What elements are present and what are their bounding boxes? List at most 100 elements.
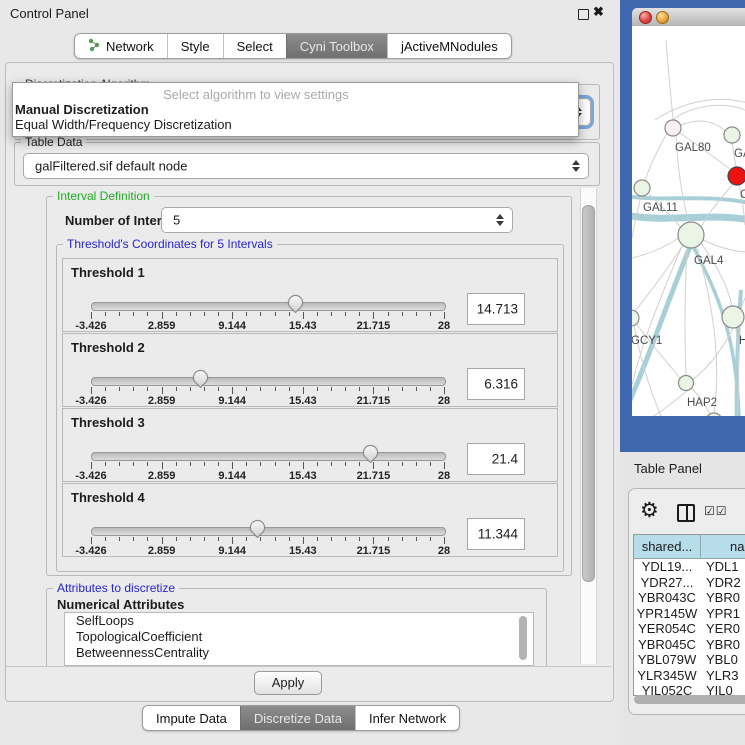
slider-tick [176, 462, 177, 466]
slider-tick [190, 537, 191, 541]
close-icon[interactable]: ✖ [593, 4, 604, 20]
tab-network[interactable]: Network [75, 34, 167, 58]
table-horizontal-scrollbar[interactable] [634, 695, 745, 704]
threshold-label: Threshold 1 [71, 265, 145, 280]
algorithm-option[interactable]: Manual Discretization [15, 102, 149, 117]
slider-scale-label: 2.859 [148, 395, 176, 407]
algorithm-hint-item[interactable]: Select algorithm to view settings [163, 87, 349, 102]
table-row[interactable]: YBR045CYBR0 [634, 637, 745, 653]
network-edge[interactable] [655, 99, 745, 120]
table-row[interactable]: YLR345WYLR3 [634, 668, 745, 684]
threshold-value-field[interactable]: 14.713 [467, 293, 525, 325]
threshold-box: Threshold 2-3.4262.8599.14415.4321.71528… [62, 333, 558, 407]
tab-select[interactable]: Select [223, 34, 286, 58]
slider-tick [275, 462, 276, 466]
threshold-slider-track[interactable] [91, 527, 446, 536]
attribute-item[interactable]: TopologicalCoefficient [65, 629, 533, 645]
algorithm-option[interactable]: Equal Width/Frequency Discretization [15, 117, 232, 132]
close-traffic-icon[interactable] [639, 11, 652, 24]
tab-infer-network[interactable]: Infer Network [355, 706, 459, 730]
network-node[interactable] [665, 120, 681, 136]
slider-tick [303, 537, 304, 544]
node-table[interactable]: shared...naYDL19...YDL1YDR27...YDR2YBR04… [633, 534, 745, 696]
slider-tick [444, 462, 445, 469]
threshold-label: Threshold 4 [71, 490, 145, 505]
slider-tick [345, 537, 346, 541]
table-row[interactable]: YER054CYER0 [634, 621, 745, 637]
slider-scale-label: -3.426 [75, 320, 106, 332]
table-row[interactable]: YPR145WYPR1 [634, 606, 745, 622]
tab-cyni-toolbox[interactable]: Cyni Toolbox [286, 34, 387, 58]
split-columns-icon[interactable] [677, 504, 695, 522]
slider-tick [331, 312, 332, 316]
panel-scrollbar-thumb[interactable] [582, 205, 595, 582]
network-edge[interactable] [681, 121, 725, 131]
table-header-row: shared...na [634, 535, 745, 559]
threshold-slider-track[interactable] [91, 302, 446, 311]
attribute-item[interactable]: BetweennessCentrality [65, 645, 533, 661]
page-title: Control Panel [10, 6, 89, 21]
network-edge[interactable] [632, 246, 682, 385]
slider-tick [260, 312, 261, 316]
network-node[interactable] [724, 127, 740, 143]
network-edge-teal[interactable] [632, 214, 745, 220]
numerical-attributes-list[interactable]: SelfLoopsTopologicalCoefficientBetweenne… [64, 612, 534, 666]
threshold-value: 6.316 [484, 377, 518, 392]
network-node[interactable] [634, 180, 650, 196]
num-intervals-combo[interactable]: 5 [161, 207, 513, 233]
table-row[interactable]: YBR043CYBR0 [634, 590, 745, 606]
attribute-item[interactable]: SelfLoops [65, 613, 533, 629]
tab-discretize-data[interactable]: Discretize Data [240, 706, 355, 730]
threshold-value-field[interactable]: 11.344 [467, 518, 525, 550]
slider-tick [416, 387, 417, 391]
threshold-value-field[interactable]: 21.4 [467, 443, 525, 475]
slider-tick [373, 462, 374, 469]
float-window-icon[interactable] [578, 9, 589, 20]
zoom-traffic-icon[interactable] [673, 11, 684, 22]
attributes-list-scrollbar[interactable] [519, 616, 527, 660]
table-data-combo[interactable]: galFiltered.sif default node [23, 153, 589, 179]
network-edge[interactable] [634, 390, 688, 416]
table-row[interactable]: YDL19...YDL1 [634, 559, 745, 575]
slider-tick [232, 537, 233, 544]
threshold-box: Threshold 4-3.4262.8599.14415.4321.71528… [62, 483, 558, 557]
apply-button[interactable]: Apply [254, 671, 322, 695]
minimize-traffic-icon[interactable] [656, 11, 669, 24]
network-edge[interactable] [692, 328, 733, 380]
threshold-slider-track[interactable] [91, 452, 446, 461]
table-data-title: Table Data [21, 135, 86, 149]
slider-tick [190, 312, 191, 316]
table-row[interactable]: YDR27...YDR2 [634, 575, 745, 591]
slider-tick [275, 312, 276, 316]
network-edge[interactable] [703, 240, 745, 252]
network-edge[interactable] [701, 184, 733, 228]
tab-impute-data[interactable]: Impute Data [143, 706, 240, 730]
network-node[interactable] [728, 167, 745, 185]
network-node[interactable] [632, 310, 639, 326]
column-header[interactable]: na [701, 535, 745, 558]
threshold-slider-track[interactable] [91, 377, 446, 386]
network-window-titlebar[interactable] [632, 8, 745, 27]
network-edge[interactable] [673, 105, 745, 120]
table-cell: YLR345W [634, 668, 700, 684]
network-node[interactable] [679, 376, 694, 391]
select-columns-icons[interactable]: ☑☑ [704, 504, 728, 518]
network-graph[interactable]: GAL80GACGAL11GAL4GCY1HHAP2 [632, 26, 745, 416]
column-header[interactable]: shared... [634, 535, 701, 558]
slider-tick [275, 387, 276, 391]
table-row[interactable]: YBL079WYBL0 [634, 652, 745, 668]
network-canvas[interactable]: GAL80GACGAL11GAL4GCY1HHAP2 [632, 26, 745, 416]
slider-tick [162, 537, 163, 544]
threshold-value-field[interactable]: 6.316 [467, 368, 525, 400]
slider-tick [402, 312, 403, 316]
network-edge[interactable] [666, 40, 673, 120]
tab-style[interactable]: Style [167, 34, 223, 58]
network-node[interactable] [678, 222, 704, 248]
network-edge[interactable] [645, 133, 667, 181]
gear-icon[interactable]: ⚙ [640, 498, 659, 523]
network-node[interactable] [722, 306, 744, 328]
network-edge[interactable] [632, 238, 679, 258]
tab-jactivemnodules[interactable]: jActiveMNodules [387, 34, 511, 58]
network-node[interactable] [706, 413, 722, 416]
network-edge[interactable] [685, 248, 687, 375]
